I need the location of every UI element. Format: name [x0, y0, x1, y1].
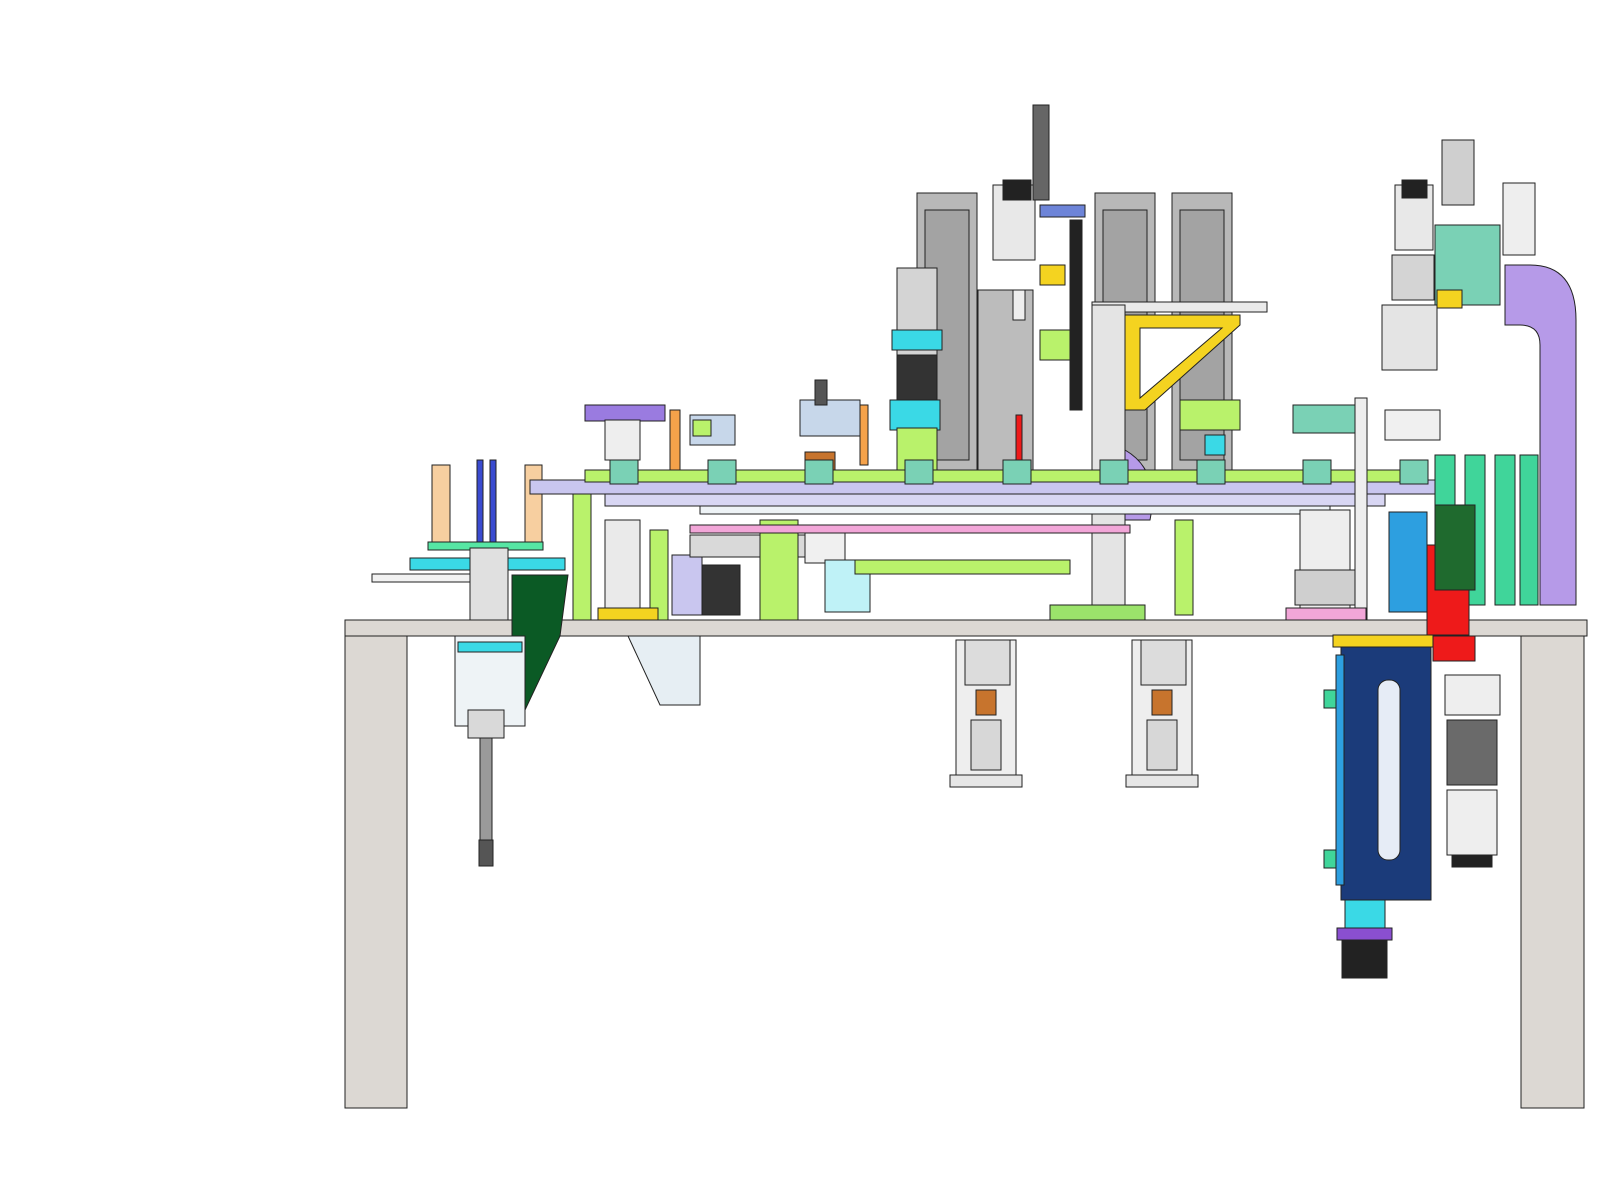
station-c-orange	[859, 404, 869, 466]
nest-7	[1196, 459, 1226, 485]
servo-probe	[1012, 289, 1026, 321]
lift-2-cyl	[1146, 719, 1178, 771]
feeder-rod-right	[524, 464, 543, 548]
station-e-base	[1294, 569, 1356, 606]
servo-2-lower	[1446, 789, 1498, 856]
press-frame	[896, 267, 938, 369]
nest-row	[609, 459, 1429, 485]
station-a-head	[584, 404, 666, 422]
nest-3	[804, 459, 834, 485]
nest-8	[1302, 459, 1332, 485]
nest-9	[1399, 459, 1429, 485]
conveyor-lower-beam	[854, 559, 1071, 575]
long-cylinder	[689, 534, 821, 558]
press-green-head	[889, 399, 941, 431]
gripper-grey-block	[1441, 139, 1475, 206]
station-d-head	[1179, 399, 1241, 431]
station-d-cyan	[1204, 434, 1226, 456]
conveyor-pink-bar	[689, 524, 1131, 534]
conveyor-lavender-mid	[604, 493, 1386, 507]
cad-drawing-canvas	[0, 0, 1600, 1200]
lift-1-brown	[975, 689, 997, 716]
nest-5	[1002, 459, 1032, 485]
table-left-leg	[344, 635, 408, 1109]
linear-module-coupler	[1344, 899, 1386, 929]
station-c-head	[799, 399, 861, 437]
gripper-jaw	[1384, 409, 1441, 441]
station-a-cyl	[604, 419, 641, 461]
gripper-right-box	[1502, 182, 1536, 256]
station-a-yellow	[597, 607, 659, 621]
servo-2-coupler	[1444, 674, 1501, 716]
valve-green-2	[1323, 849, 1337, 869]
feeder-rod-left	[431, 464, 451, 548]
lift-2-cap	[1140, 639, 1187, 686]
press-teal	[891, 329, 943, 351]
feeder-lower-cyan	[457, 641, 523, 653]
station-e-frame	[1354, 397, 1368, 621]
gripper-valve-yellow	[1436, 289, 1463, 309]
feeder-guide-1	[476, 459, 484, 551]
table-right-leg	[1520, 635, 1585, 1109]
servo-motor-cap	[1002, 179, 1032, 201]
nest-1	[609, 459, 639, 485]
linear-module-carriage	[1332, 634, 1440, 648]
feeder-guide-2	[489, 459, 497, 551]
gantry-column	[1091, 304, 1126, 611]
nest-4	[904, 459, 934, 485]
lift-1-foot	[949, 774, 1023, 788]
gripper-cylinder	[1381, 304, 1438, 371]
station-e-head	[1292, 404, 1359, 434]
lift-2-brown	[1151, 689, 1173, 716]
linear-module-motor	[1341, 939, 1388, 979]
linear-module-side-rail	[1335, 654, 1345, 886]
station-c-column	[759, 519, 799, 621]
machine-assembly-drawing	[344, 104, 1588, 1109]
nest-6	[1099, 459, 1129, 485]
press-dark	[896, 354, 938, 401]
valve-green-1	[1323, 689, 1337, 709]
servo-2-body	[1446, 719, 1498, 786]
tube-rack-4	[1519, 454, 1539, 606]
servo-blue-plate	[1039, 204, 1086, 218]
nest-2	[707, 459, 737, 485]
under-table-actuators	[949, 634, 1501, 979]
under-table-bracket	[627, 635, 701, 706]
purple-c-arm	[1504, 264, 1577, 606]
servo-2-end	[1451, 854, 1493, 868]
motor-lavender	[671, 554, 703, 616]
feeder-cylinder-body	[467, 709, 505, 739]
lift-1-cap	[964, 639, 1011, 686]
lift-2-foot	[1125, 774, 1199, 788]
red-mount-block	[1432, 635, 1476, 662]
green-cabinet	[1434, 504, 1476, 591]
blue-drive-box	[1388, 511, 1428, 613]
station-b-green	[692, 419, 712, 437]
feeder-column	[469, 547, 509, 621]
linear-module-flange	[1336, 927, 1393, 941]
feeder-rod-end	[478, 839, 494, 867]
station-a-column	[604, 519, 641, 621]
servo-cylinder-rod	[1032, 104, 1050, 201]
lift-1-cyl	[970, 719, 1002, 771]
center-column-gantry	[1049, 301, 1268, 621]
frame-lime-left	[572, 487, 592, 621]
gripper-servo-cap	[1401, 179, 1428, 199]
servo-red-tip	[1015, 414, 1023, 461]
conveyor-rail-lower	[699, 505, 1331, 515]
gantry-green-base	[1049, 604, 1146, 621]
tube-rack-3	[1494, 454, 1516, 606]
linear-module-slot	[1377, 679, 1401, 861]
right-gripper-tower	[1381, 139, 1577, 636]
servo-yellow-block	[1039, 264, 1066, 286]
servo-black-rail	[1069, 219, 1083, 411]
left-stations	[572, 379, 871, 706]
station-c-rods	[814, 379, 828, 406]
frame-lime-mid	[649, 529, 669, 621]
station-f-lime	[1174, 519, 1194, 616]
station-e-pink	[1285, 607, 1367, 621]
gripper-coupler	[1391, 254, 1435, 301]
